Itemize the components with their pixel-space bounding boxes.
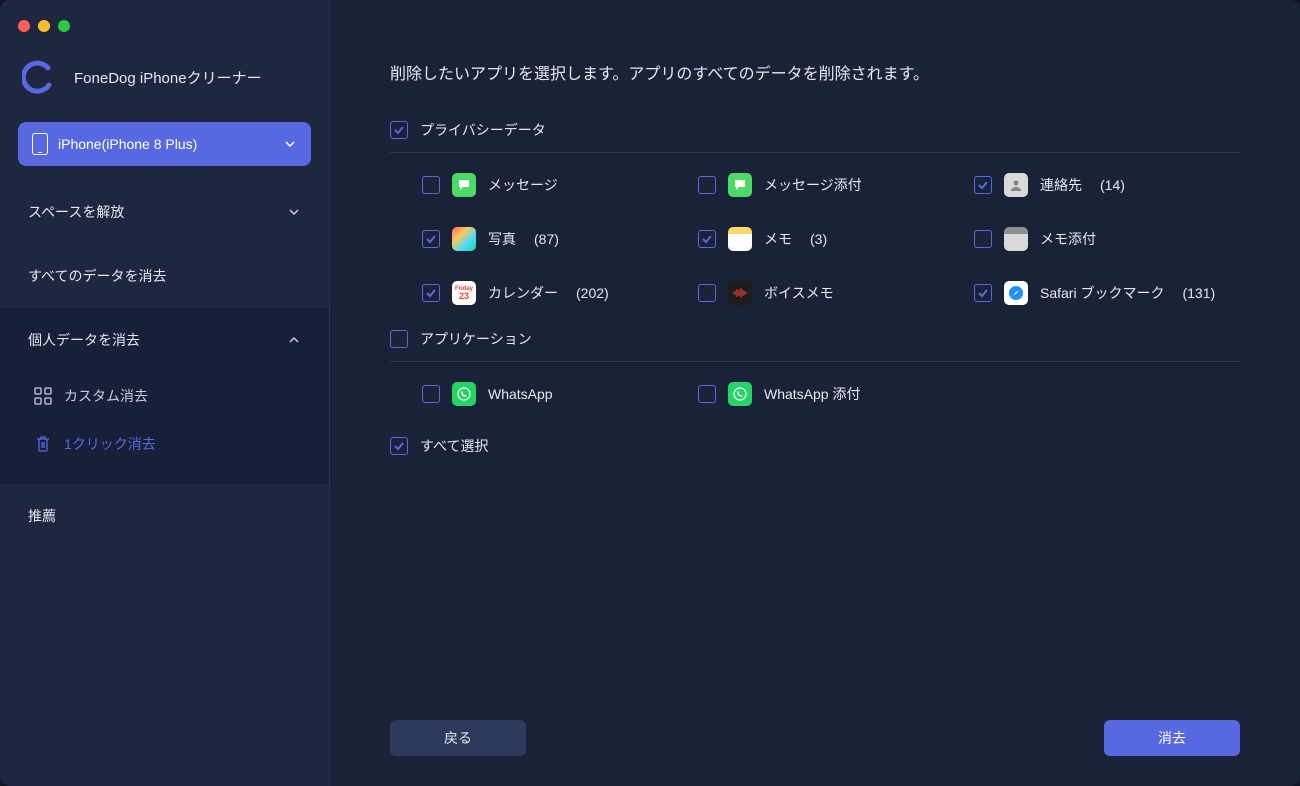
ic-voice-icon	[728, 281, 752, 305]
device-label: iPhone(iPhone 8 Plus)	[58, 136, 197, 152]
ic-photos-icon	[452, 227, 476, 251]
app-items-grid: WhatsApp WhatsApp 添付	[390, 382, 1240, 406]
back-button[interactable]: 戻る	[390, 720, 526, 756]
page-heading: 削除したいアプリを選択します。アプリのすべてのデータを削除されます。	[390, 60, 1240, 84]
checkbox-notes_attach[interactable]	[974, 230, 992, 248]
section-apps: アプリケーション WhatsApp WhatsApp 添付	[390, 329, 1240, 406]
item-label: Safari ブックマーク	[1040, 283, 1164, 303]
ic-calendar-icon: Friday23	[452, 281, 476, 305]
phone-icon	[32, 133, 48, 155]
sidebar-item-free-space[interactable]: スペースを解放	[0, 180, 329, 244]
minimize-window-icon[interactable]	[38, 20, 50, 32]
item-notes_attach[interactable]: メモ添付	[974, 227, 1240, 251]
ic-notes-icon	[728, 227, 752, 251]
item-label: ボイスメモ	[764, 283, 834, 303]
item-photos[interactable]: 写真 (87)	[422, 227, 688, 251]
close-window-icon[interactable]	[18, 20, 30, 32]
item-calendar[interactable]: Friday23 カレンダー (202)	[422, 281, 688, 305]
ic-notesatt-icon	[1004, 227, 1028, 251]
brand-title: FoneDog iPhoneクリーナー	[74, 67, 262, 88]
trash-icon	[34, 435, 52, 453]
chevron-down-icon	[287, 205, 301, 219]
item-label: カレンダー	[488, 283, 558, 303]
checkbox-msg_attach[interactable]	[698, 176, 716, 194]
checkbox-calendar[interactable]	[422, 284, 440, 302]
checkbox-apps-section[interactable]	[390, 330, 408, 348]
item-contacts[interactable]: 連絡先 (14)	[974, 173, 1240, 197]
grid-icon	[34, 387, 52, 405]
item-label: WhatsApp	[488, 386, 553, 402]
checkbox-messages[interactable]	[422, 176, 440, 194]
item-messages[interactable]: メッセージ	[422, 173, 688, 197]
checkbox-photos[interactable]	[422, 230, 440, 248]
brand: FoneDog iPhoneクリーナー	[0, 50, 329, 122]
brand-logo-icon	[22, 60, 56, 94]
window-controls	[0, 8, 329, 50]
checkbox-notes[interactable]	[698, 230, 716, 248]
item-count: (87)	[534, 231, 559, 247]
item-whatsapp[interactable]: WhatsApp	[422, 382, 688, 406]
item-safari[interactable]: Safari ブックマーク (131)	[974, 281, 1240, 305]
ic-safari-icon	[1004, 281, 1028, 305]
sidebar: FoneDog iPhoneクリーナー iPhone(iPhone 8 Plus…	[0, 0, 330, 786]
checkbox-whatsapp[interactable]	[422, 385, 440, 403]
item-label: メモ添付	[1040, 229, 1096, 249]
item-label: メッセージ	[488, 175, 558, 195]
chevron-down-icon	[283, 137, 297, 151]
checkbox-whatsapp_att[interactable]	[698, 385, 716, 403]
privacy-items-grid: メッセージ メッセージ添付 連絡先 (14) 写真 (87) メモ (3) メモ添付 Friday…	[390, 173, 1240, 305]
checkbox-select-all[interactable]	[390, 437, 408, 455]
device-selector[interactable]: iPhone(iPhone 8 Plus)	[18, 122, 311, 166]
sidebar-subitem-custom-erase[interactable]: カスタム消去	[0, 372, 329, 420]
section-privacy: プライバシーデータ メッセージ メッセージ添付 連絡先 (14) 写真 (87) メモ (3)…	[390, 120, 1240, 305]
maximize-window-icon[interactable]	[58, 20, 70, 32]
item-label: WhatsApp 添付	[764, 384, 860, 404]
item-count: (131)	[1182, 285, 1215, 301]
select-all-row[interactable]: すべて選択	[390, 436, 1240, 456]
checkbox-contacts[interactable]	[974, 176, 992, 194]
section-header-apps[interactable]: アプリケーション	[390, 329, 1240, 362]
sidebar-subitem-one-click-erase[interactable]: 1クリック消去	[0, 420, 329, 468]
sidebar-item-erase-all[interactable]: すべてのデータを消去	[0, 244, 329, 308]
checkbox-safari[interactable]	[974, 284, 992, 302]
item-voice[interactable]: ボイスメモ	[698, 281, 964, 305]
ic-whatsapp-icon	[452, 382, 476, 406]
sidebar-subgroup: カスタム消去 1クリック消去	[0, 372, 329, 484]
item-count: (202)	[576, 285, 609, 301]
main-panel: 削除したいアプリを選択します。アプリのすべてのデータを削除されます。 プライバシ…	[330, 0, 1300, 786]
sidebar-item-recommended[interactable]: 推薦	[0, 484, 329, 548]
item-notes[interactable]: メモ (3)	[698, 227, 964, 251]
item-count: (3)	[810, 231, 827, 247]
app-window: FoneDog iPhoneクリーナー iPhone(iPhone 8 Plus…	[0, 0, 1300, 786]
ic-messages-icon	[728, 173, 752, 197]
chevron-up-icon	[287, 333, 301, 347]
checkbox-voice[interactable]	[698, 284, 716, 302]
erase-button[interactable]: 消去	[1104, 720, 1240, 756]
item-label: 写真	[488, 229, 516, 249]
ic-contacts-icon	[1004, 173, 1028, 197]
footer: 戻る 消去	[390, 720, 1240, 756]
item-label: 連絡先	[1040, 175, 1082, 195]
item-msg_attach[interactable]: メッセージ添付	[698, 173, 964, 197]
section-header-privacy[interactable]: プライバシーデータ	[390, 120, 1240, 153]
checkbox-privacy-section[interactable]	[390, 121, 408, 139]
item-whatsapp_att[interactable]: WhatsApp 添付	[698, 382, 964, 406]
ic-messages-icon	[452, 173, 476, 197]
ic-whatsapp-icon	[728, 382, 752, 406]
item-label: メッセージ添付	[764, 175, 862, 195]
sidebar-item-erase-private[interactable]: 個人データを消去	[0, 308, 329, 372]
item-label: メモ	[764, 229, 792, 249]
item-count: (14)	[1100, 177, 1125, 193]
